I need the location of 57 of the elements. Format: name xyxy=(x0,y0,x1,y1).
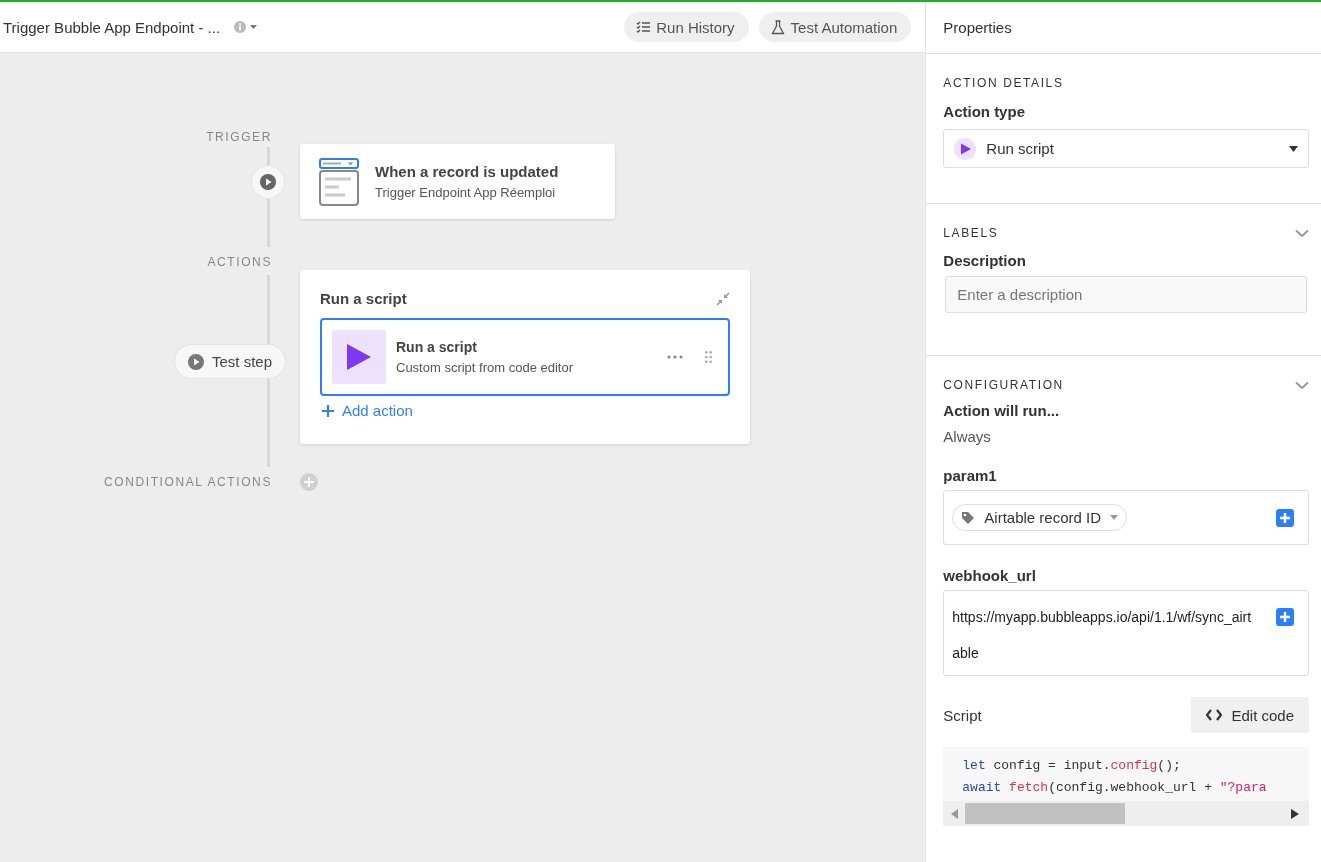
checklist-icon xyxy=(636,21,651,33)
trigger-title: When a record is updated xyxy=(375,163,559,180)
tag-icon xyxy=(961,510,976,525)
action-step[interactable]: Run a script Custom script from code editor xyxy=(320,318,730,396)
caret-icon xyxy=(1289,145,1298,152)
section-label: ACTIONS xyxy=(207,255,273,269)
panel-title: Properties xyxy=(926,2,1321,54)
field-label: param1 xyxy=(943,467,998,484)
section-heading: ACTION DETAILS xyxy=(943,76,1064,90)
script-icon xyxy=(332,330,386,384)
field-label: Action type xyxy=(943,103,1026,120)
code-line: await fetch(config.webhook_url + "?para xyxy=(961,779,1268,797)
section-label: CONDITIONAL ACTIONS xyxy=(104,475,273,489)
play-icon xyxy=(954,137,977,160)
add-icon[interactable] xyxy=(1276,608,1294,626)
add-action-link[interactable]: Add action xyxy=(320,402,415,419)
info-dropdown-icon[interactable] xyxy=(234,21,259,33)
section-label: TRIGGER xyxy=(206,130,273,144)
chevron-down-icon[interactable] xyxy=(1295,380,1309,390)
form-icon xyxy=(319,157,359,206)
scroll-left-icon[interactable] xyxy=(951,808,960,819)
section-heading: LABELS xyxy=(943,226,999,240)
flask-icon xyxy=(770,19,785,35)
trigger-subtitle: Trigger Endpoint App Réemploi xyxy=(375,185,557,200)
run-condition: Always xyxy=(943,428,992,445)
toolbar-button[interactable]: Test Automation xyxy=(758,12,912,42)
group-title: Run a script xyxy=(320,290,407,307)
action-title: Run a script xyxy=(396,339,478,355)
trigger-card[interactable]: When a record is updated Trigger Endpoint App Réemploi xyxy=(300,144,615,219)
description-field[interactable]: Enter a description xyxy=(945,276,1308,313)
trigger-play-button[interactable] xyxy=(252,166,284,198)
field-token[interactable]: Airtable record ID xyxy=(952,504,1127,531)
play-icon xyxy=(260,174,276,190)
play-icon xyxy=(187,353,204,370)
code-line: let config = input.config(); xyxy=(961,757,1182,775)
scrollbar[interactable] xyxy=(943,801,1309,826)
chevron-down-icon[interactable] xyxy=(1295,228,1309,238)
collapse-icon[interactable] xyxy=(716,291,730,306)
more-icon[interactable] xyxy=(667,355,683,359)
field-label: webhook_url xyxy=(943,567,1037,584)
section-heading: CONFIGURATION xyxy=(943,378,1064,392)
edit-code-button[interactable]: Edit code xyxy=(1191,697,1309,733)
action-type-select[interactable]: Run script xyxy=(943,129,1309,168)
plus-icon xyxy=(322,404,334,417)
drag-handle-icon[interactable] xyxy=(705,351,712,363)
toolbar-button[interactable]: Run History xyxy=(624,12,749,42)
field-label: Action will run... xyxy=(943,402,1061,419)
test-step-button[interactable]: Test step xyxy=(174,345,285,378)
field-label: Description xyxy=(943,252,1027,269)
action-subtitle: Custom script from code editor xyxy=(396,360,574,375)
code-icon xyxy=(1206,709,1223,721)
caret-icon xyxy=(1110,515,1118,520)
field-label: Script xyxy=(943,706,982,724)
add-condition-icon[interactable] xyxy=(300,473,318,491)
automation-title[interactable]: Trigger Bubble App Endpoint - ... xyxy=(3,18,221,36)
add-icon[interactable] xyxy=(1276,508,1294,527)
scroll-right-icon[interactable] xyxy=(1291,808,1299,819)
